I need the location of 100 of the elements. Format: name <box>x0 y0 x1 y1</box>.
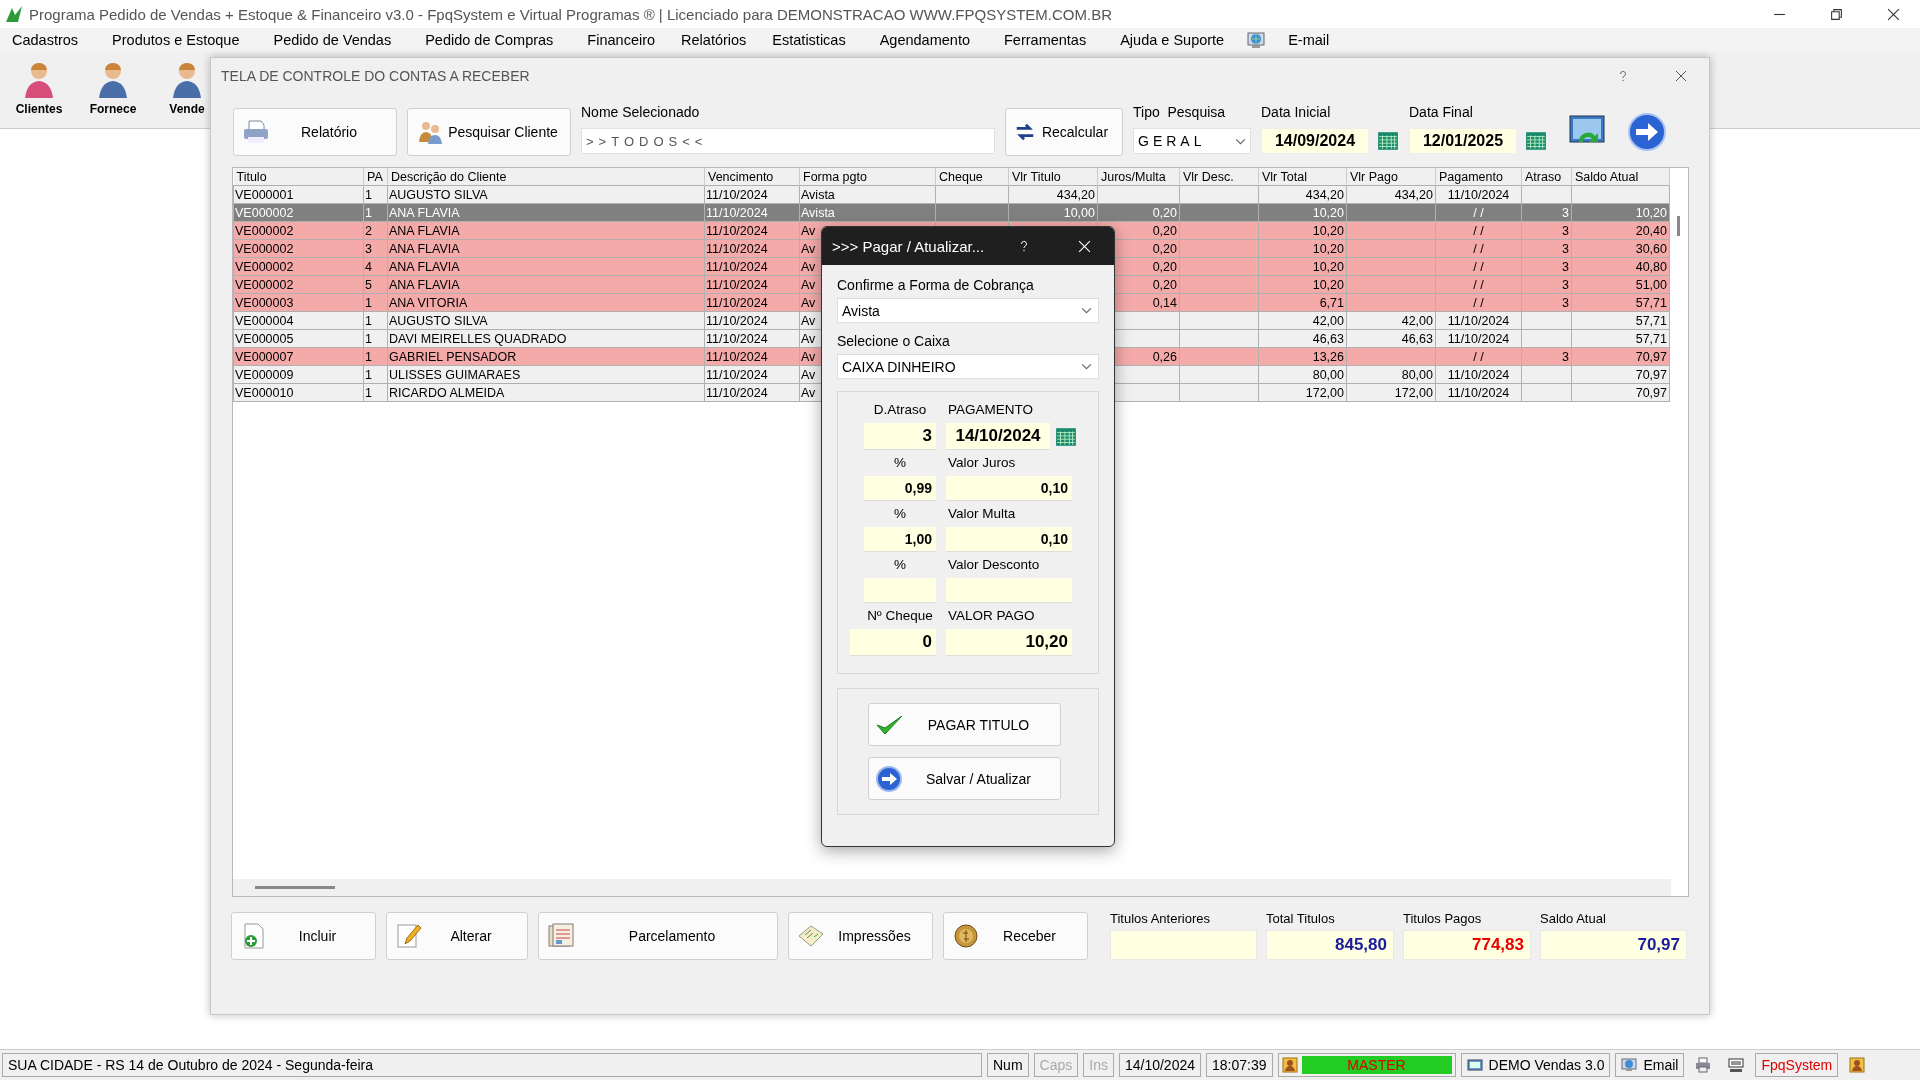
table-cell: Av <box>801 385 816 400</box>
payment-method-dropdown[interactable]: Avista <box>837 298 1099 323</box>
table-cell: / / <box>1473 223 1484 238</box>
column-header[interactable]: Juros/Multa <box>1097 168 1180 186</box>
chevron-down-icon[interactable] <box>1235 137 1246 145</box>
calendar-icon[interactable] <box>1055 425 1077 448</box>
field-label: Data Final <box>1409 104 1474 120</box>
table-cell: 0,20 <box>1152 223 1177 238</box>
globe-icon[interactable] <box>1621 1057 1638 1073</box>
toolbar-label[interactable]: Vende <box>169 102 205 116</box>
action-button[interactable]: Receber <box>943 912 1088 960</box>
column-header[interactable]: PA <box>363 168 388 186</box>
calendar-icon[interactable] <box>1525 130 1547 152</box>
menu-item[interactable]: Financeiro <box>587 32 656 48</box>
column-header[interactable]: Vlr Desc. <box>1179 168 1259 186</box>
menu-item[interactable]: Ferramentas <box>1004 32 1087 48</box>
table-cell: AUGUSTO SILVA <box>389 187 488 202</box>
table-cell: / / <box>1473 295 1484 310</box>
keyboard-icon[interactable] <box>1728 1057 1745 1073</box>
chevron-down-icon[interactable] <box>1081 363 1092 370</box>
chevron-down-icon[interactable] <box>1081 307 1092 314</box>
table-cell: 13,26 <box>1312 349 1344 364</box>
input-field[interactable]: 1,00 <box>864 527 936 552</box>
table-cell: 3 <box>365 241 372 256</box>
menu-item[interactable]: Cadastros <box>12 32 79 48</box>
input-field[interactable]: 0,99 <box>864 476 936 501</box>
recalculate-button[interactable]: Recalcular <box>1005 108 1123 156</box>
date-field[interactable]: 14/09/2024 <box>1261 128 1369 154</box>
menu-item[interactable]: Pedido de Vendas <box>273 32 392 48</box>
menu-item[interactable]: E-mail <box>1288 32 1330 48</box>
action-button[interactable]: Incluir <box>231 912 376 960</box>
action-button[interactable]: Parcelamento <box>538 912 778 960</box>
close-icon[interactable] <box>1887 7 1900 21</box>
total-label: Total Titulos <box>1266 911 1336 926</box>
globe-icon[interactable] <box>1246 30 1267 50</box>
table-cell: Av <box>801 223 816 238</box>
column-header[interactable]: Pagamento <box>1435 168 1522 186</box>
action-button[interactable]: Impressões <box>788 912 933 960</box>
column-header[interactable]: Vlr Titulo <box>1008 168 1098 186</box>
field-label: D.Atraso <box>872 402 928 419</box>
close-icon[interactable] <box>1675 70 1687 82</box>
column-header[interactable]: Forma pgto <box>799 168 936 186</box>
table-cell: 10,20 <box>1635 205 1667 220</box>
table-cell: 10,00 <box>1063 205 1095 220</box>
table-cell: 11/10/2024 <box>706 295 768 310</box>
table-cell: 11/10/2024 <box>706 349 768 364</box>
table-cell: 11/10/2024 <box>706 259 768 274</box>
cash-register-dropdown[interactable]: CAIXA DINHEIRO <box>837 354 1099 379</box>
table-cell: VE000002 <box>235 277 294 292</box>
date-field[interactable]: 12/01/2025 <box>1409 128 1517 154</box>
toolbar-button[interactable]: Pesquisar Cliente <box>407 108 571 156</box>
table-cell: AUGUSTO SILVA <box>389 313 488 328</box>
table-cell: 57,71 <box>1635 295 1667 310</box>
table-cell: 0,20 <box>1152 277 1177 292</box>
input-field[interactable]: 0 <box>850 629 936 656</box>
table-cell: 51,00 <box>1635 277 1667 292</box>
field-label: Nome Selecionado <box>581 104 701 120</box>
menu-item[interactable]: Pedido de Compras <box>425 32 554 48</box>
column-header[interactable]: Atraso <box>1521 168 1572 186</box>
calendar-icon[interactable] <box>1377 130 1399 152</box>
dialog-button[interactable]: PAGAR TITULO <box>868 703 1061 746</box>
input-field[interactable]: 3 <box>864 423 936 450</box>
menu-item[interactable]: Relatórios <box>681 32 747 48</box>
input-field[interactable]: 0,10 <box>946 527 1072 552</box>
column-header[interactable]: Vlr Total <box>1258 168 1347 186</box>
column-header[interactable]: Titulo <box>233 168 364 186</box>
menu-item[interactable]: Produtos e Estoque <box>112 32 240 48</box>
horizontal-scrollbar[interactable] <box>233 879 1671 896</box>
table-cell: 80,00 <box>1312 367 1344 382</box>
brand-link[interactable]: FpqSystem <box>1755 1053 1839 1077</box>
column-header[interactable]: Vencimento <box>704 168 800 186</box>
input-field[interactable]: 10,20 <box>946 629 1072 656</box>
column-header[interactable]: Vlr Pago <box>1346 168 1436 186</box>
toolbar-label[interactable]: Fornece <box>89 102 137 116</box>
input-field[interactable]: 0,10 <box>946 476 1072 501</box>
menu-item[interactable]: Agendamento <box>879 32 970 48</box>
search-type-dropdown[interactable]: GERAL <box>1133 128 1251 154</box>
field-label: Data Inicial <box>1261 104 1332 120</box>
table-cell: 57,71 <box>1635 331 1667 346</box>
toolbar-button[interactable]: Relatório <box>233 108 397 156</box>
table-cell: Av <box>801 367 816 382</box>
input-field[interactable]: 14/10/2024 <box>946 423 1050 450</box>
table-cell: GABRIEL PENSADOR <box>389 349 517 364</box>
action-button[interactable]: Alterar <box>386 912 528 960</box>
input-field[interactable] <box>946 578 1072 603</box>
name-field[interactable]: >>TODOS<< <box>581 128 995 154</box>
restore-icon[interactable] <box>1830 7 1843 21</box>
table-row[interactable]: VE000001 1 AUGUSTO SILVA 11/10/2024 Avista 434,20 434,20 434,20 11/10/2024 <box>233 185 1670 204</box>
table-cell: 3 <box>1562 223 1569 238</box>
dialog-button[interactable]: Salvar / Atualizar <box>868 757 1061 800</box>
column-header[interactable]: Saldo Atual <box>1571 168 1670 186</box>
menu-item[interactable]: Estatisticas <box>772 32 846 48</box>
table-cell: ANA FLAVIA <box>389 259 460 274</box>
column-header[interactable]: Descrição do Cliente <box>387 168 705 186</box>
menu-item[interactable]: Ajuda e Suporte <box>1120 32 1225 48</box>
column-header[interactable]: Cheque <box>935 168 1009 186</box>
input-field[interactable] <box>864 578 936 603</box>
field-label: Confirme a Forma de Cobrança <box>837 277 1035 293</box>
printer-icon[interactable] <box>1695 1057 1712 1073</box>
toolbar-label[interactable]: Clientes <box>15 102 63 116</box>
